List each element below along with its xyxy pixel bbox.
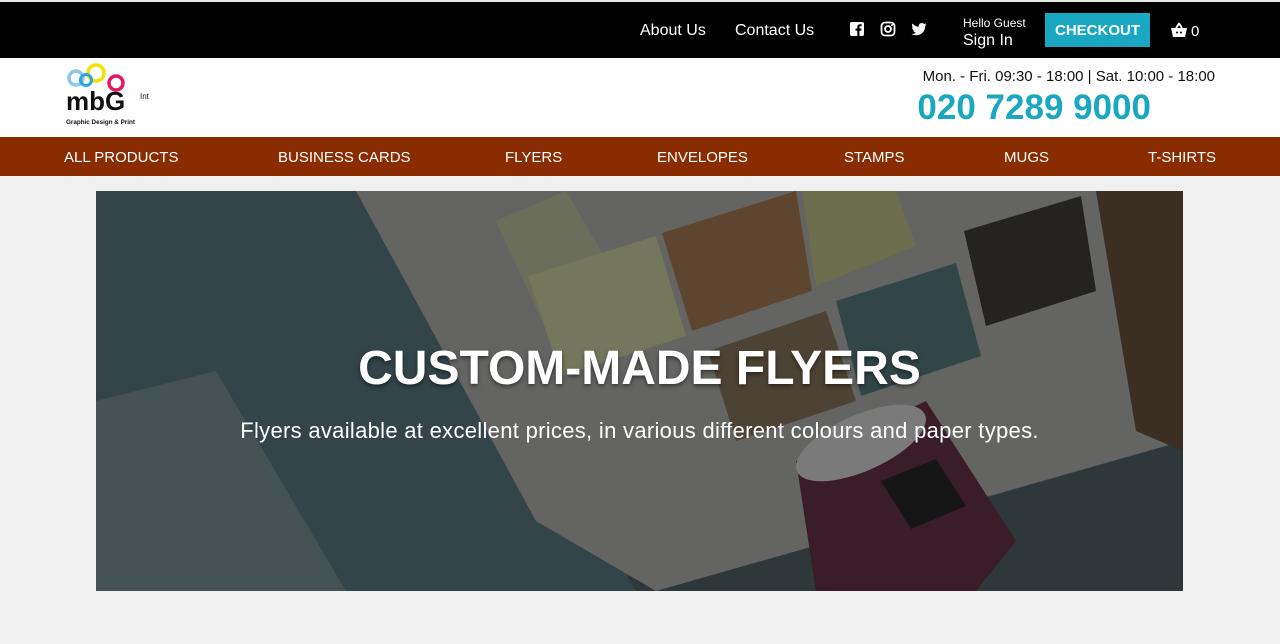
main-nav: ALL PRODUCTS BUSINESS CARDS FLYERS ENVEL… bbox=[0, 137, 1280, 176]
phone-number[interactable]: 020 7289 9000 bbox=[917, 88, 1151, 128]
greeting-text: Hello Guest bbox=[963, 16, 1026, 30]
top-bar: About Us Contact Us Hello Guest Sign In … bbox=[0, 0, 1280, 58]
about-us-link[interactable]: About Us bbox=[640, 22, 706, 40]
mbg-logo[interactable]: mbG Int Graphic Design & Print bbox=[62, 62, 160, 132]
hero-title: CUSTOM-MADE FLYERS bbox=[358, 342, 921, 395]
basket-icon[interactable] bbox=[1170, 22, 1188, 38]
nav-item-business-cards[interactable]: BUSINESS CARDS bbox=[278, 149, 411, 166]
nav-item-t-shirts[interactable]: T-SHIRTS bbox=[1148, 149, 1216, 166]
hero-banner: CUSTOM-MADE FLYERS Flyers available at e… bbox=[96, 191, 1183, 591]
opening-hours: Mon. - Fri. 09:30 - 18:00 | Sat. 10:00 -… bbox=[922, 68, 1215, 85]
svg-text:mbG: mbG bbox=[66, 86, 125, 116]
nav-item-flyers[interactable]: FLYERS bbox=[505, 149, 562, 166]
hero-subtitle: Flyers available at excellent prices, in… bbox=[240, 418, 1039, 443]
svg-text:Graphic Design & Print: Graphic Design & Print bbox=[66, 119, 136, 126]
facebook-icon[interactable] bbox=[849, 21, 865, 37]
nav-item-mugs[interactable]: MUGS bbox=[1004, 149, 1049, 166]
sign-in-link[interactable]: Sign In bbox=[963, 32, 1013, 50]
nav-item-all-products[interactable]: ALL PRODUCTS bbox=[64, 149, 178, 166]
nav-item-envelopes[interactable]: ENVELOPES bbox=[657, 149, 748, 166]
site-header: mbG Int Graphic Design & Print Mon. - Fr… bbox=[0, 58, 1280, 137]
instagram-icon[interactable] bbox=[880, 21, 896, 37]
nav-item-stamps[interactable]: STAMPS bbox=[844, 149, 905, 166]
twitter-icon[interactable] bbox=[911, 21, 927, 37]
cart-count[interactable]: 0 bbox=[1191, 23, 1199, 40]
svg-text:Int: Int bbox=[140, 92, 150, 101]
checkout-button[interactable]: CHECKOUT bbox=[1045, 13, 1150, 47]
contact-us-link[interactable]: Contact Us bbox=[735, 22, 814, 40]
